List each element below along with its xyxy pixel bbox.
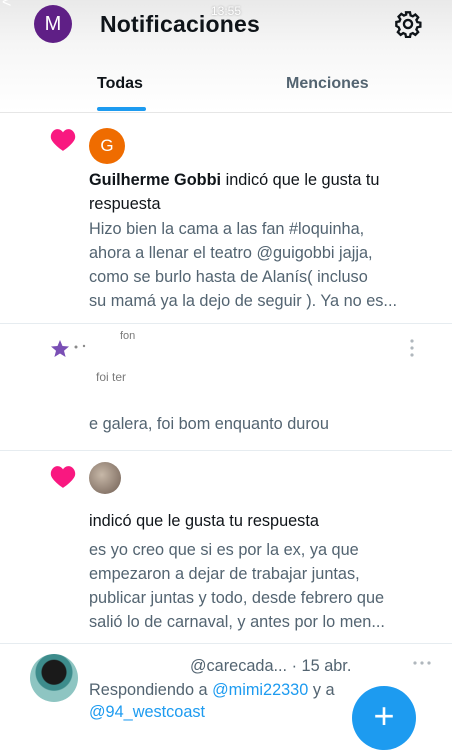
page-title: Notificaciones [100, 11, 261, 37]
reply-prefix: Respondiendo a [89, 681, 213, 699]
user-avatar[interactable] [89, 462, 121, 494]
tweet-text-line: como se burlo hasta de Alanís( incluso [89, 268, 368, 286]
reply-user-link[interactable]: @94_westcoast [89, 700, 205, 724]
tweet-text-line: ahora a llenar el teatro @guigobbi jajja… [89, 244, 373, 262]
tab-all[interactable]: Todas [97, 75, 143, 93]
user-name[interactable]: Guilherme Gobbi [89, 171, 221, 189]
active-tab-indicator [97, 107, 146, 111]
user-avatar[interactable]: G [89, 128, 125, 164]
more-options-icon[interactable] [412, 655, 432, 671]
tweet-text-line: publicar juntas y todo, desde febrero qu… [89, 589, 385, 607]
action-text: indicó que le gusta tu respuesta [89, 512, 319, 530]
tweet-date: · 15 abr. [291, 657, 352, 675]
notification-header: Guilherme Gobbi indicó que le gusta tu [89, 168, 379, 192]
tweet-text-line: salió lo de carnaval, y antes por lo men… [89, 613, 385, 631]
heart-icon [50, 129, 76, 151]
tweet-text-line: Hizo bien la cama a las fan #loquinha, [89, 220, 365, 238]
user-avatar[interactable] [30, 654, 78, 702]
user-handle[interactable]: @carecada... [190, 657, 287, 675]
action-text-cont: respuesta [89, 195, 161, 213]
tweet-text-line: es yo creo que si es por la ex, ya que [89, 541, 359, 559]
tweet-text-line: su mamá ya la dejo de seguir ). Ya no es… [89, 292, 397, 310]
obscured-text: foi ter [96, 370, 127, 384]
reply-to: Respondiendo a @mimi22330 y a [89, 678, 335, 702]
compose-tweet-button[interactable]: + [352, 686, 416, 750]
reply-user-link[interactable]: @mimi22330 [212, 681, 308, 699]
tweet-text-line: empezaron a dejar de trabajar juntas, [89, 565, 360, 583]
profile-avatar[interactable]: M [34, 5, 72, 43]
more-options-icon[interactable] [404, 338, 420, 358]
tweet-meta: @carecada... · 15 abr. [190, 654, 351, 678]
top-bar: < 13:55 M Notificaciones Todas Menciones [0, 0, 452, 113]
tweet-text-line: e galera, foi bom enquanto durou [89, 415, 329, 433]
reply-mid: y a [308, 681, 335, 699]
action-text: indicó que le gusta tu [221, 171, 380, 189]
star-icon [51, 340, 86, 357]
heart-icon [50, 466, 76, 488]
obscured-text: fon [120, 330, 136, 342]
gear-icon[interactable] [394, 10, 422, 38]
tab-mentions[interactable]: Menciones [286, 75, 369, 93]
